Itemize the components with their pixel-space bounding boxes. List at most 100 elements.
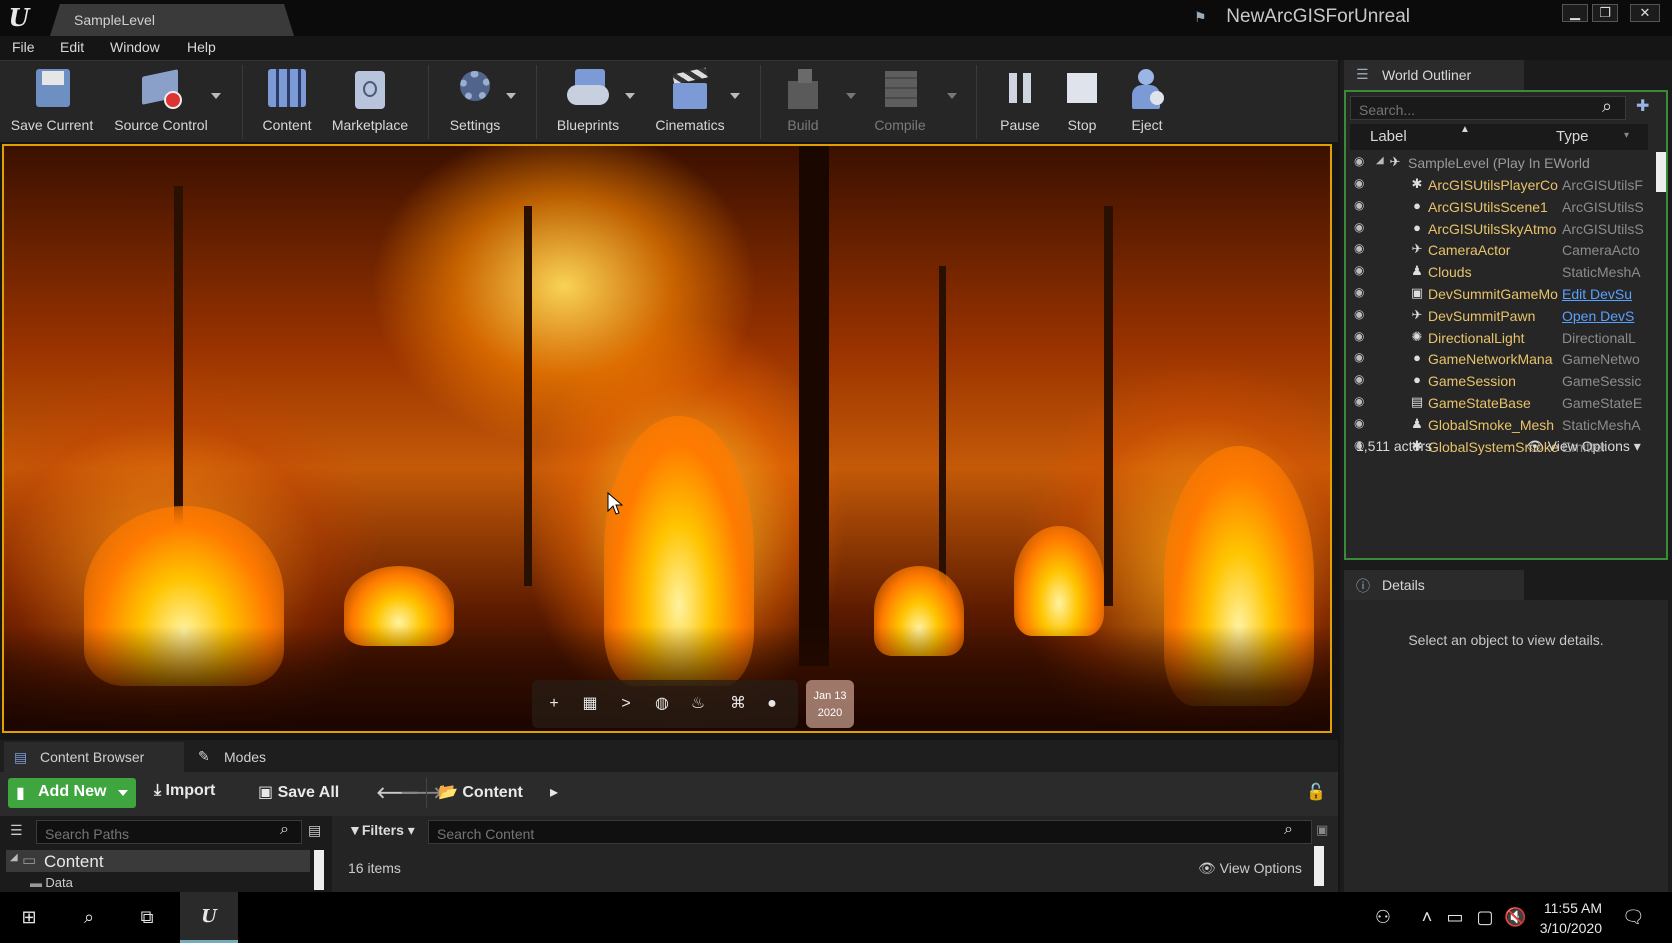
drone-icon[interactable]: ⌘: [724, 694, 752, 714]
visibility-eye-icon[interactable]: ◉: [1354, 198, 1372, 216]
level-viewport[interactable]: [2, 144, 1332, 733]
restore-button[interactable]: ❐: [1592, 4, 1618, 22]
battery-icon[interactable]: ▭: [1444, 906, 1466, 928]
tab-modes[interactable]: ✎ Modes: [188, 742, 358, 772]
outliner-row[interactable]: ◉ ● GameSession GameSessic: [1350, 370, 1648, 392]
outliner-row[interactable]: ◉ ▤ GameStateBase GameStateE: [1350, 392, 1648, 414]
windows-start-icon[interactable]: ⊞: [18, 906, 40, 928]
unreal-taskbar-button[interactable]: U: [180, 892, 238, 943]
scrollbar[interactable]: [1314, 846, 1324, 886]
menu-file[interactable]: File: [12, 39, 35, 55]
save-search-icon[interactable]: ▣: [1316, 822, 1328, 838]
clock[interactable]: 11:55 AM 3/10/2020: [1540, 898, 1602, 938]
visibility-eye-icon[interactable]: ◉: [1354, 220, 1372, 238]
menu-edit[interactable]: Edit: [60, 39, 84, 55]
tab-content-browser[interactable]: ▤ Content Browser: [4, 742, 184, 772]
visibility-eye-icon[interactable]: ◉: [1354, 416, 1372, 434]
outliner-row[interactable]: ◉ ♟ GlobalSmoke_Mesh StaticMeshA: [1350, 414, 1648, 436]
tree-item-data[interactable]: ▬ Data: [30, 874, 73, 892]
blueprints-dropdown-icon[interactable]: [625, 93, 635, 99]
search-content-input[interactable]: [428, 820, 1312, 844]
save-all-button[interactable]: ▣ Save All: [258, 782, 339, 802]
path-content-folder[interactable]: 📂 Content: [438, 782, 523, 802]
person-icon[interactable]: ●: [762, 694, 782, 714]
outliner-row[interactable]: ◉ ● GameNetworkMana GameNetwo: [1350, 348, 1648, 370]
toggle-sources-icon[interactable]: ☰: [10, 822, 23, 839]
calendar-icon[interactable]: ▦: [580, 694, 600, 714]
people-icon[interactable]: ⚇: [1372, 906, 1394, 928]
pause-button[interactable]: Pause: [990, 65, 1050, 139]
level-tab[interactable]: SampleLevel: [50, 4, 294, 36]
tab-world-outliner[interactable]: ☰ World Outliner: [1344, 60, 1524, 90]
visibility-eye-icon[interactable]: ◉: [1354, 176, 1372, 194]
add-new-button[interactable]: ▮ Add New: [8, 778, 136, 808]
build-button[interactable]: Build: [768, 65, 838, 139]
cinematics-button[interactable]: Cinematics: [648, 65, 732, 139]
source-control-button[interactable]: Source Control: [106, 65, 216, 139]
minimize-button[interactable]: ▁: [1562, 4, 1588, 22]
path-chevron-right-icon[interactable]: ▸: [550, 782, 558, 802]
fire-icon[interactable]: ♨: [688, 694, 708, 714]
notifications-icon[interactable]: 🗨: [1622, 906, 1645, 928]
filters-button[interactable]: ▼Filters ▾: [348, 822, 415, 839]
date-badge[interactable]: Jan 13 2020: [806, 680, 854, 728]
source-control-dropdown-icon[interactable]: [211, 93, 221, 99]
outliner-row[interactable]: ◉ ✈ DevSummitPawn Open DevS: [1350, 305, 1648, 327]
outliner-row-type[interactable]: Edit DevSu: [1562, 286, 1646, 302]
menu-window[interactable]: Window: [110, 39, 160, 55]
stop-button[interactable]: Stop: [1054, 65, 1110, 139]
search-paths-input[interactable]: [36, 820, 302, 844]
compile-button[interactable]: Compile: [862, 65, 938, 139]
compile-dropdown-icon[interactable]: [947, 93, 957, 99]
path-view-icon[interactable]: ▤: [308, 822, 321, 839]
visibility-eye-icon[interactable]: ◉: [1354, 285, 1372, 303]
visibility-eye-icon[interactable]: ◉: [1354, 307, 1372, 325]
menu-help[interactable]: Help: [187, 39, 216, 55]
plus-icon[interactable]: +: [544, 694, 564, 714]
import-button[interactable]: ⤓ Import: [154, 782, 215, 800]
task-view-icon[interactable]: ⧉: [136, 906, 158, 928]
eject-button[interactable]: Eject: [1118, 65, 1176, 139]
view-options-button[interactable]: 👁 View Options: [1198, 860, 1302, 877]
content-button[interactable]: Content: [252, 65, 322, 139]
outliner-row[interactable]: ◉ ✱ ArcGISUtilsPlayerCo ArcGISUtilsF: [1350, 174, 1648, 196]
visibility-eye-icon[interactable]: ◉: [1354, 241, 1372, 259]
build-dropdown-icon[interactable]: [846, 93, 856, 99]
col-label[interactable]: Label: [1370, 128, 1407, 145]
forward-arrow-icon[interactable]: 🡒: [400, 782, 443, 803]
outliner-row[interactable]: ◉ ♟ Clouds StaticMeshA: [1350, 261, 1648, 283]
globe-icon[interactable]: ◍: [652, 694, 672, 714]
outliner-row[interactable]: ◉ ✈ CameraActor CameraActo: [1350, 239, 1648, 261]
scrollbar[interactable]: [314, 850, 324, 890]
outliner-search-input[interactable]: [1350, 96, 1626, 120]
visibility-eye-icon[interactable]: ◉: [1354, 329, 1372, 347]
add-actor-icon[interactable]: ✚: [1636, 96, 1649, 116]
chevron-up-icon[interactable]: ˄: [1416, 906, 1438, 928]
outliner-row[interactable]: ◉ ● ArcGISUtilsSkyAtmo ArcGISUtilsS: [1350, 218, 1648, 240]
outliner-row[interactable]: ◉ ● ArcGISUtilsScene1 ArcGISUtilsS: [1350, 196, 1648, 218]
network-icon[interactable]: ▢: [1474, 906, 1496, 928]
outliner-row-type[interactable]: Open DevS: [1562, 308, 1646, 324]
visibility-eye-icon[interactable]: ◉: [1354, 154, 1372, 172]
blueprints-button[interactable]: Blueprints: [548, 65, 628, 139]
lock-icon[interactable]: 🔓: [1306, 782, 1326, 802]
close-button[interactable]: ✕: [1630, 4, 1660, 22]
visibility-eye-icon[interactable]: ◉: [1354, 394, 1372, 412]
settings-dropdown-icon[interactable]: [506, 93, 516, 99]
cinematics-dropdown-icon[interactable]: [730, 93, 740, 99]
tab-details[interactable]: ⓘ Details: [1344, 570, 1524, 600]
scrollbar[interactable]: [1656, 152, 1666, 192]
visibility-eye-icon[interactable]: ◉: [1354, 372, 1372, 390]
col-type[interactable]: Type: [1556, 128, 1589, 145]
search-icon[interactable]: ⌕: [78, 906, 100, 928]
outliner-root-row[interactable]: ◉ ◢ ✈ SampleLevel (Play In EWorld: [1350, 152, 1648, 174]
settings-button[interactable]: Settings: [440, 65, 510, 139]
visibility-eye-icon[interactable]: ◉: [1354, 350, 1372, 368]
visibility-eye-icon[interactable]: ◉: [1354, 263, 1372, 281]
outliner-row[interactable]: ◉ ✺ DirectionalLight DirectionalL: [1350, 327, 1648, 349]
play-icon[interactable]: >: [616, 694, 636, 714]
save-current-button[interactable]: Save Current: [4, 65, 100, 139]
marketplace-button[interactable]: Marketplace: [326, 65, 414, 139]
outliner-row[interactable]: ◉ ▣ DevSummitGameMo Edit DevSu: [1350, 283, 1648, 305]
volume-muted-icon[interactable]: 🔇: [1504, 906, 1526, 928]
